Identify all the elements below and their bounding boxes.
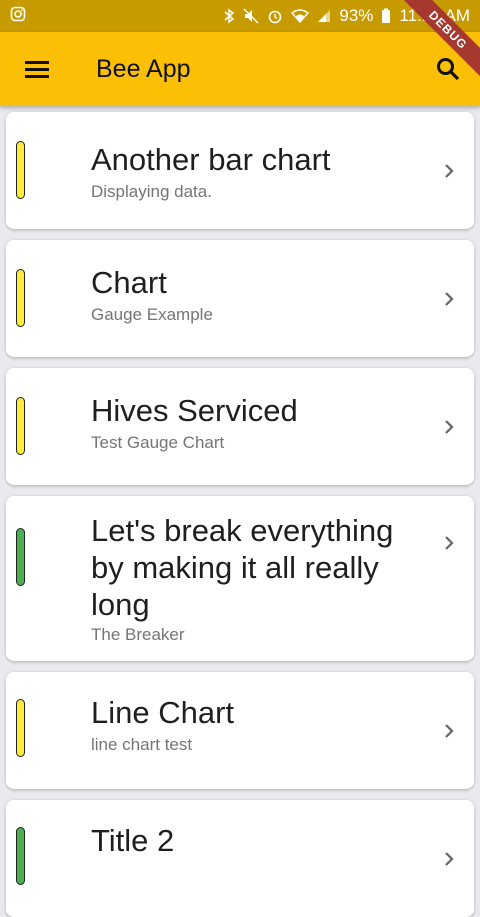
chevron-right-icon — [445, 292, 454, 306]
wifi-icon — [291, 9, 310, 23]
chevron-right-icon — [445, 724, 454, 738]
battery-icon — [381, 8, 391, 24]
item-title: Let's break everything by making it all … — [91, 513, 394, 622]
chevron-right-icon — [445, 420, 454, 434]
status-indicator — [16, 528, 25, 586]
search-icon — [437, 58, 460, 81]
list-item[interactable]: Chart Gauge Example — [6, 240, 474, 357]
item-subtitle: Gauge Example — [91, 305, 213, 324]
instagram-icon — [10, 6, 26, 27]
chevron-right-icon — [445, 164, 454, 178]
item-title: Another bar chart — [91, 142, 331, 177]
status-indicator — [16, 827, 25, 885]
chevron-right-icon — [445, 852, 454, 866]
item-subtitle: line chart test — [91, 735, 193, 754]
item-title: Hives Serviced — [91, 393, 298, 428]
app-bar: Bee App — [0, 32, 480, 106]
hamburger-menu-icon — [25, 61, 49, 78]
app-title: Bee App — [96, 54, 191, 83]
status-indicator — [16, 699, 25, 757]
list-item[interactable]: Hives Serviced Test Gauge Chart — [6, 368, 474, 485]
chevron-right-icon — [445, 536, 454, 550]
menu-button[interactable] — [0, 32, 74, 106]
item-title: Line Chart — [91, 695, 235, 730]
mute-icon — [243, 8, 259, 24]
list-item[interactable]: Line Chart line chart test — [6, 672, 474, 789]
battery-percent: 93% — [339, 6, 374, 25]
signal-icon — [317, 9, 331, 23]
status-indicator — [16, 269, 25, 327]
item-title: Chart — [91, 265, 167, 300]
item-subtitle: Test Gauge Chart — [91, 433, 225, 452]
alarm-icon — [267, 8, 283, 24]
list-item[interactable]: Let's break everything by making it all … — [6, 496, 474, 661]
item-title: Title 2 — [91, 823, 175, 858]
status-indicator — [16, 397, 25, 455]
item-subtitle: Displaying data. — [91, 182, 212, 201]
list-item[interactable]: Title 2 — [6, 800, 474, 917]
status-indicator — [16, 141, 25, 199]
list-item[interactable]: Another bar chart Displaying data. — [6, 112, 474, 229]
bluetooth-icon — [223, 8, 235, 24]
item-subtitle: The Breaker — [91, 625, 185, 644]
